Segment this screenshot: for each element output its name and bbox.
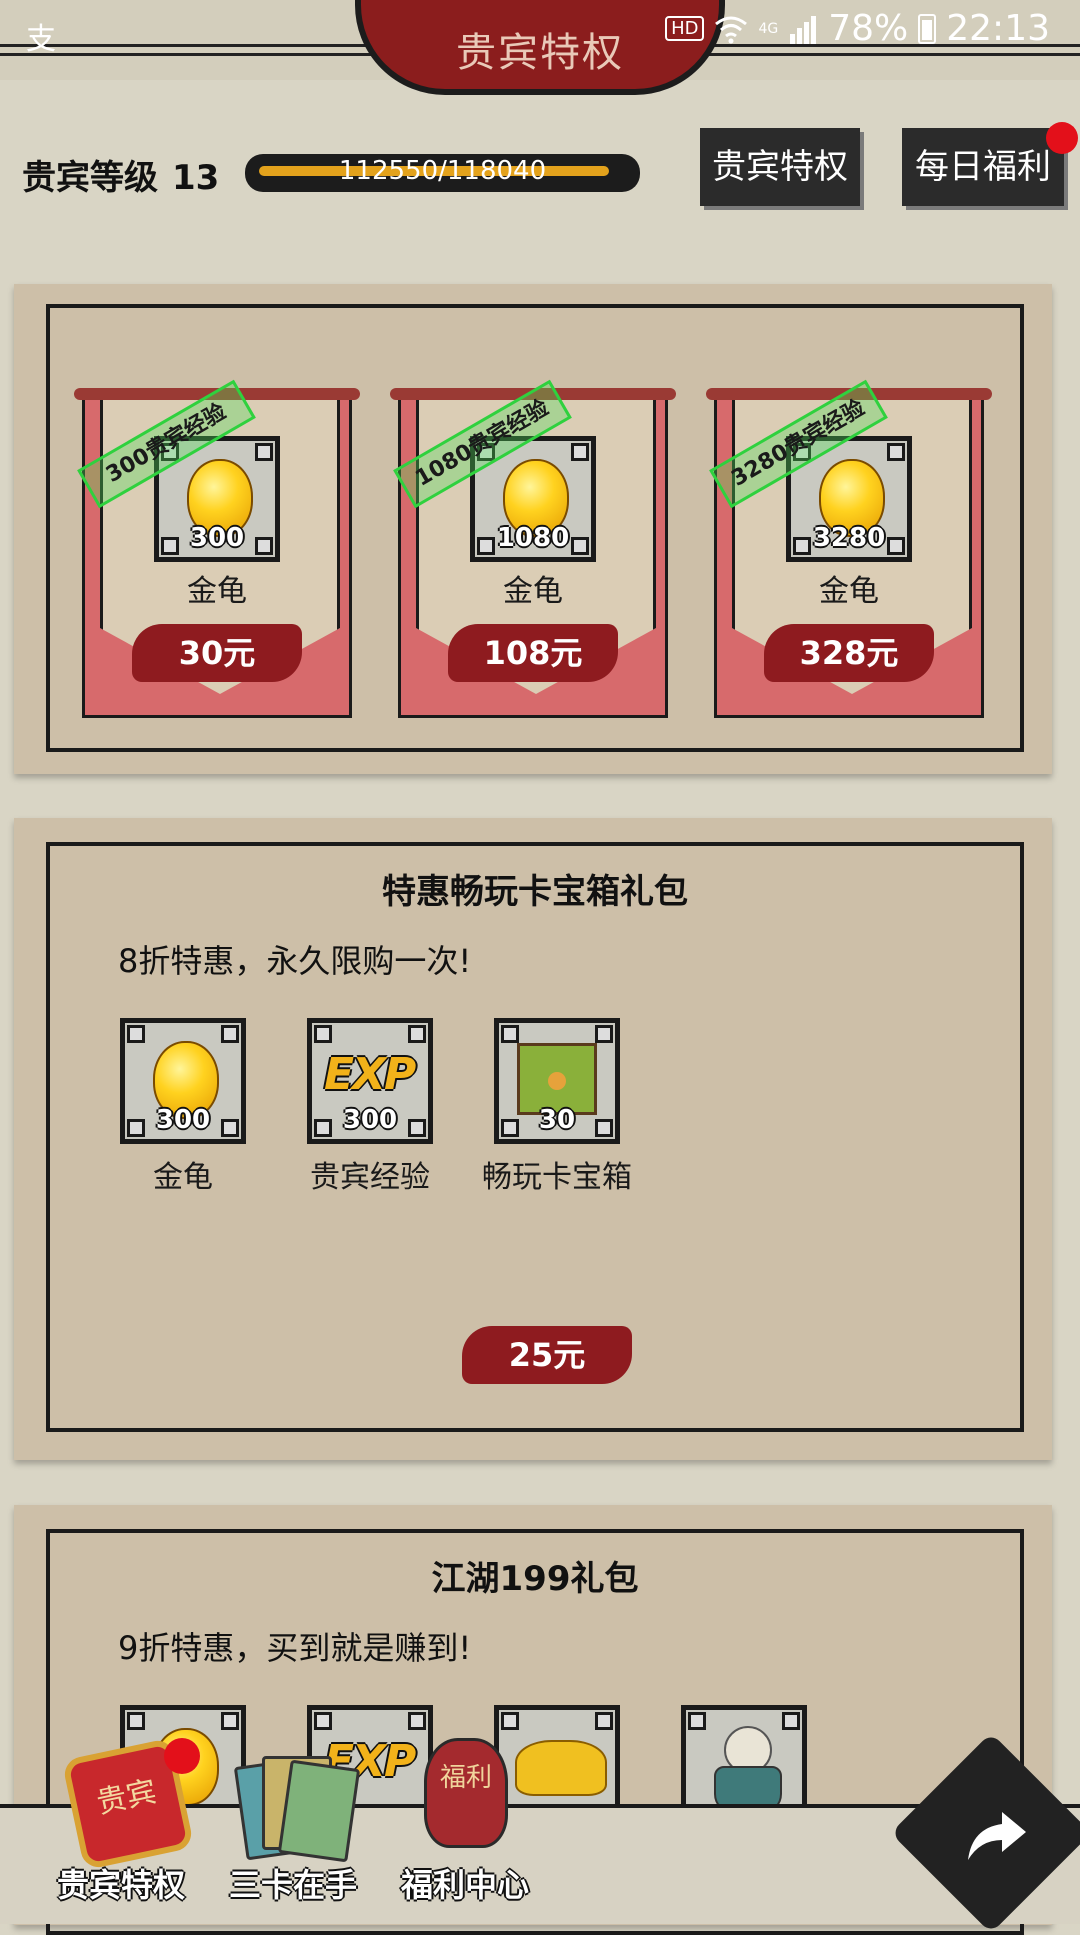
- topup-pack[interactable]: 3280 3280贵宾经验 金龟 328元: [706, 379, 992, 718]
- nav-label: 贵宾特权: [56, 1866, 185, 1904]
- item-name: 金龟: [153, 1160, 213, 1195]
- item-quantity: 300: [342, 1105, 398, 1135]
- item-name: 金龟: [819, 574, 879, 609]
- nav-vip-privilege[interactable]: 贵宾 贵宾特权: [36, 1737, 206, 1920]
- bundle-title: 特惠畅玩卡宝箱礼包: [382, 872, 688, 912]
- item-name: 畅玩卡宝箱: [482, 1160, 632, 1195]
- alipay-icon: 支: [26, 22, 56, 57]
- welfare-bag-icon: 福利: [424, 1738, 508, 1848]
- vip-privilege-button[interactable]: 贵宾特权: [700, 128, 860, 206]
- topup-pack[interactable]: 1080 1080贵宾经验 金龟 108元: [390, 379, 676, 718]
- price-button[interactable]: 108元: [448, 624, 618, 682]
- price-button[interactable]: 30元: [132, 624, 302, 682]
- pearl-urn-icon: [714, 1726, 782, 1814]
- bundle-description: 8折特惠，永久限购一次!: [118, 942, 472, 980]
- nav-welfare-center[interactable]: 福利 福利中心: [380, 1738, 550, 1920]
- daily-welfare-button[interactable]: 每日福利: [902, 128, 1064, 206]
- price-button[interactable]: 25元: [462, 1326, 632, 1384]
- topup-pack[interactable]: 300 300贵宾经验 金龟 30元: [74, 379, 360, 718]
- item-quantity: 1080: [496, 523, 570, 553]
- item-slot[interactable]: EXP 300: [307, 1018, 433, 1144]
- vip-level-label: 贵宾等级: [22, 158, 158, 198]
- battery-percent: 78%: [828, 8, 909, 49]
- topup-panel: 300 300贵宾经验 金龟 30元 1080 1080贵宾经验 金龟 108元: [14, 284, 1052, 774]
- item-quantity: 300: [189, 523, 245, 553]
- vip-exp-bar: 112550/118040: [245, 154, 640, 192]
- bundle-description: 9折特惠，买到就是赚到!: [118, 1629, 472, 1667]
- nav-label: 三卡在手: [228, 1866, 357, 1904]
- cards-icon: [233, 1752, 361, 1863]
- item-quantity: 3280: [812, 523, 886, 553]
- signal-icon: [790, 15, 817, 44]
- vip-level: 贵宾等级 13: [22, 150, 219, 199]
- network-type: 4G: [758, 20, 779, 37]
- hd-icon: HD: [665, 16, 705, 41]
- back-arrow-icon: [968, 1812, 1026, 1860]
- item-name: 金龟: [187, 574, 247, 609]
- item-name: 金龟: [503, 574, 563, 609]
- item-slot[interactable]: 300: [120, 1018, 246, 1144]
- bundle-title: 江湖199礼包: [431, 1559, 639, 1599]
- nav-three-cards[interactable]: 三卡在手: [208, 1738, 378, 1920]
- nav-vip-badge: [164, 1738, 200, 1774]
- nav-label: 福利中心: [400, 1866, 529, 1904]
- status-bar: 支 HD 4G 78% 22:13: [0, 0, 1080, 64]
- item-name: 贵宾经验: [310, 1160, 430, 1195]
- bundle-panel-border: 特惠畅玩卡宝箱礼包 8折特惠，永久限购一次! 300 金龟 EXP 300 贵宾…: [46, 842, 1024, 1432]
- exp-icon: EXP: [324, 1049, 416, 1100]
- vip-level-value: 13: [172, 158, 220, 198]
- daily-welfare-badge: [1046, 122, 1078, 154]
- clock: 22:13: [946, 8, 1050, 49]
- bundle-panel: 特惠畅玩卡宝箱礼包 8折特惠，永久限购一次! 300 金龟 EXP 300 贵宾…: [14, 818, 1052, 1460]
- battery-icon: [918, 13, 937, 44]
- wifi-icon: [715, 16, 748, 43]
- item-quantity: 300: [155, 1105, 211, 1135]
- topup-panel-border: 300 300贵宾经验 金龟 30元 1080 1080贵宾经验 金龟 108元: [46, 304, 1024, 752]
- price-button[interactable]: 328元: [764, 624, 934, 682]
- item-slot[interactable]: 30: [494, 1018, 620, 1144]
- item-quantity: 30: [538, 1105, 576, 1135]
- vip-exp-text: 112550/118040: [338, 156, 547, 186]
